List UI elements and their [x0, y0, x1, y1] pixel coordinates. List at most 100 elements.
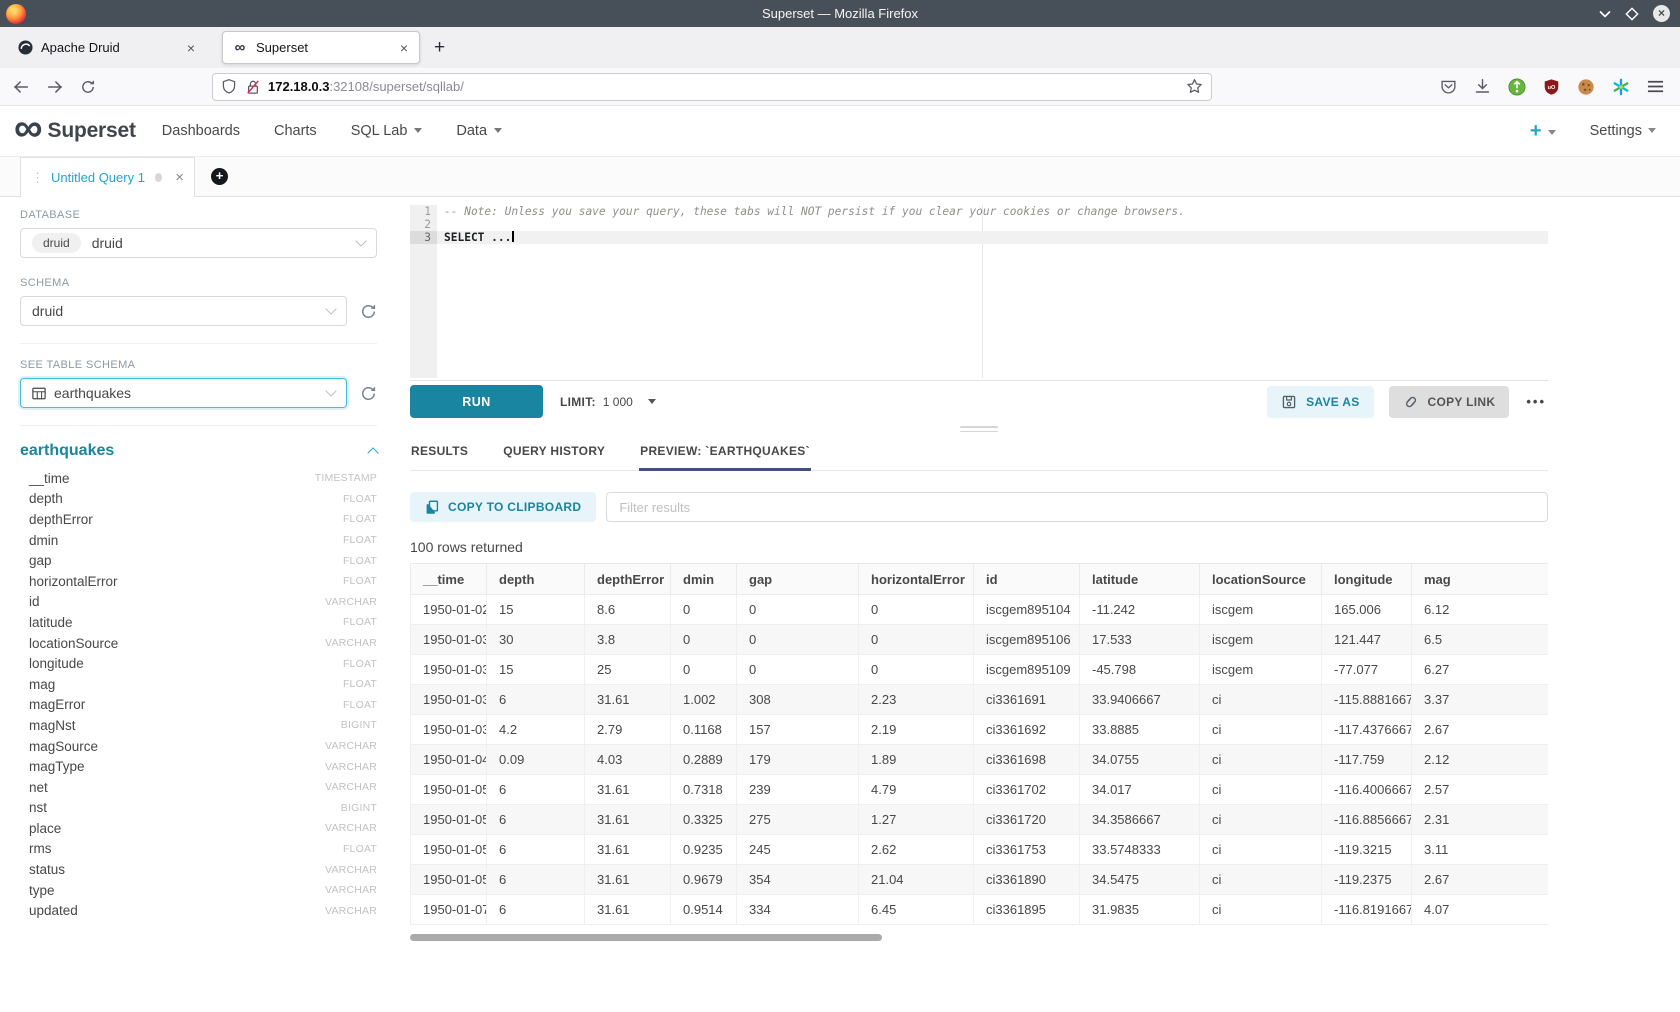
- pocket-icon[interactable]: [1440, 78, 1457, 95]
- table-cell: 354: [737, 865, 859, 895]
- table-cell: 6.12: [1412, 595, 1549, 625]
- extension-asterisk-icon[interactable]: [1612, 78, 1630, 96]
- add-query-tab-button[interactable]: +: [211, 168, 228, 185]
- browser-tab-superset[interactable]: ∞ Superset ×: [222, 31, 420, 64]
- table-cell: -117.4376667: [1322, 715, 1412, 745]
- url-text[interactable]: 172.18.0.3:32108/superset/sqllab/: [268, 79, 1186, 94]
- table-cell: 1950-01-03T17:26:38.860Z: [411, 715, 487, 745]
- run-button[interactable]: RUN: [410, 385, 543, 418]
- table-cell: 0: [671, 655, 737, 685]
- column-type: FLOAT: [343, 843, 377, 855]
- drag-handle-icon[interactable]: ⋮: [31, 170, 44, 186]
- column-header[interactable]: mag: [1412, 564, 1549, 595]
- new-dropdown-button[interactable]: +: [1530, 120, 1556, 143]
- query-tab-close-icon[interactable]: ×: [175, 169, 184, 186]
- limit-label: LIMIT:: [560, 395, 596, 409]
- back-icon[interactable]: [12, 79, 30, 95]
- schema-select[interactable]: druid: [20, 296, 347, 326]
- forward-icon[interactable]: [46, 79, 64, 95]
- limit-dropdown[interactable]: LIMIT: 1 000: [560, 395, 656, 409]
- table-cell: 0.3325: [671, 805, 737, 835]
- filter-results-input[interactable]: [606, 492, 1548, 522]
- more-actions-button[interactable]: •••: [1524, 394, 1548, 409]
- table-schema-title[interactable]: earthquakes: [20, 442, 114, 460]
- druid-favicon: [17, 40, 33, 56]
- editor-line[interactable]: 2: [410, 218, 1548, 231]
- column-name: place: [29, 821, 61, 836]
- column-header[interactable]: depthError: [585, 564, 671, 595]
- bookmark-star-icon[interactable]: [1186, 78, 1203, 95]
- nav-item[interactable]: SQL Lab: [351, 123, 423, 139]
- column-row: horizontalError FLOAT: [20, 571, 377, 592]
- menu-hamburger-icon[interactable]: [1647, 79, 1664, 94]
- copy-link-button[interactable]: COPY LINK: [1389, 386, 1510, 418]
- column-type: BIGINT: [341, 802, 377, 814]
- resize-grip-icon[interactable]: [960, 426, 998, 435]
- insecure-lock-icon[interactable]: [246, 79, 260, 95]
- column-header[interactable]: locationSource: [1200, 564, 1322, 595]
- refresh-table-icon[interactable]: [360, 385, 377, 402]
- sql-code-editor[interactable]: 1 -- Note: Unless you save your query, t…: [410, 205, 1548, 378]
- extension-green-icon[interactable]: [1508, 78, 1526, 96]
- nav-item[interactable]: Charts: [274, 123, 317, 139]
- table-cell: 4.03: [585, 745, 671, 775]
- nav-item[interactable]: Dashboards: [162, 123, 240, 139]
- column-header[interactable]: longitude: [1322, 564, 1412, 595]
- south-tab[interactable]: RESULTS: [410, 435, 469, 470]
- browser-tabbar: Apache Druid × ∞ Superset × +: [0, 27, 1680, 68]
- window-maximize-icon[interactable]: [1625, 7, 1639, 21]
- table-cell: 1950-01-07T09:37:33.670Z: [411, 895, 487, 925]
- copy-to-clipboard-button[interactable]: COPY TO CLIPBOARD: [410, 492, 596, 522]
- table-cell: 275: [737, 805, 859, 835]
- shield-icon[interactable]: [221, 78, 237, 95]
- table-cell: 33.8885: [1080, 715, 1200, 745]
- database-select[interactable]: druid druid: [20, 228, 377, 258]
- table-row: 1950-01-04T16:38:45.670Z0.094.030.288917…: [411, 745, 1549, 775]
- table-cell: 0: [737, 625, 859, 655]
- table-cell: 4.79: [859, 775, 974, 805]
- table-cell: ci3361720: [974, 805, 1080, 835]
- south-tab[interactable]: QUERY HISTORY: [502, 435, 606, 470]
- editor-line[interactable]: 1 -- Note: Unless you save your query, t…: [410, 205, 1548, 218]
- column-header[interactable]: id: [974, 564, 1080, 595]
- column-header[interactable]: __time: [411, 564, 487, 595]
- superset-logo[interactable]: ∞ Superset: [14, 114, 136, 148]
- window-minimize-icon[interactable]: [1599, 10, 1611, 18]
- downloads-icon[interactable]: [1474, 78, 1491, 95]
- table-cell: -119.3215: [1322, 835, 1412, 865]
- save-as-button[interactable]: SAVE AS: [1267, 386, 1373, 418]
- settings-menu[interactable]: Settings: [1590, 123, 1656, 139]
- cookie-icon[interactable]: [1577, 78, 1595, 96]
- scrollbar-thumb[interactable]: [410, 934, 882, 941]
- column-header[interactable]: horizontalError: [859, 564, 974, 595]
- column-name: latitude: [29, 615, 73, 630]
- tab-close-icon[interactable]: ×: [185, 40, 197, 56]
- line-number: 2: [410, 218, 437, 231]
- tab-close-icon[interactable]: ×: [398, 40, 410, 56]
- column-name: status: [29, 862, 65, 877]
- copy-to-clipboard-label: COPY TO CLIPBOARD: [448, 500, 581, 514]
- ublock-icon[interactable]: uO: [1543, 78, 1560, 96]
- south-tab[interactable]: PREVIEW: `EARTHQUAKES`: [639, 435, 811, 470]
- nav-item[interactable]: Data: [456, 123, 502, 139]
- url-bar[interactable]: 172.18.0.3:32108/superset/sqllab/: [212, 73, 1212, 101]
- collapse-chevron-icon[interactable]: [367, 447, 378, 458]
- table-cell: 1950-01-05T12:51:29.690Z: [411, 805, 487, 835]
- editor-line[interactable]: 3 SELECT ...: [410, 231, 1548, 244]
- browser-tab-apache-druid[interactable]: Apache Druid ×: [8, 31, 206, 64]
- column-header[interactable]: latitude: [1080, 564, 1200, 595]
- reload-icon[interactable]: [80, 79, 96, 95]
- column-header[interactable]: gap: [737, 564, 859, 595]
- table-cell: ci3361895: [974, 895, 1080, 925]
- table-select[interactable]: earthquakes: [20, 378, 347, 408]
- table-cell: 31.61: [585, 775, 671, 805]
- column-header[interactable]: dmin: [671, 564, 737, 595]
- column-header[interactable]: depth: [487, 564, 585, 595]
- table-cell: 0: [859, 595, 974, 625]
- window-close-icon[interactable]: ×: [1653, 5, 1670, 22]
- refresh-schema-icon[interactable]: [360, 303, 377, 320]
- column-type: FLOAT: [343, 658, 377, 670]
- table-cell: 6: [487, 685, 585, 715]
- query-tab[interactable]: ⋮ Untitled Query 1 ×: [20, 157, 195, 197]
- new-tab-button[interactable]: +: [434, 37, 445, 59]
